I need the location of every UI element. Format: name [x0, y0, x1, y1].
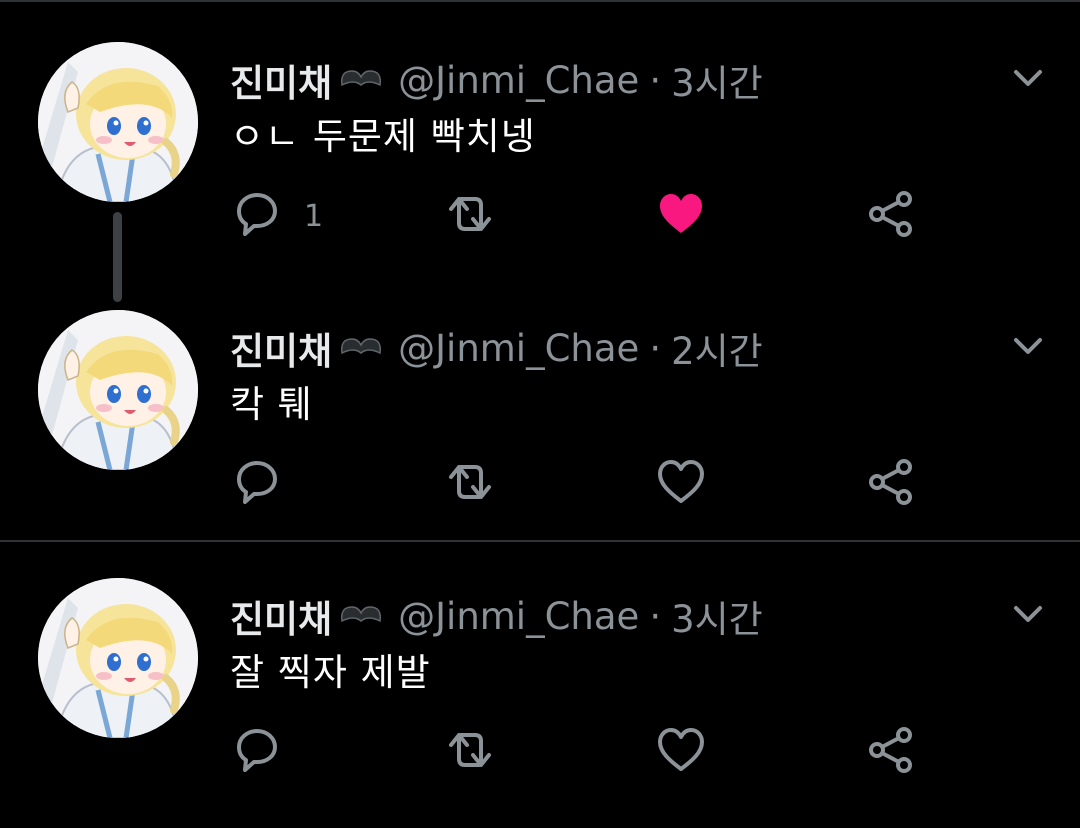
- tweet-actions: [0, 456, 1080, 512]
- separator-dot: ·: [649, 594, 662, 638]
- black-heart-emoji-icon: [338, 333, 384, 363]
- black-heart-emoji-icon: [338, 65, 384, 95]
- separator-dot: ·: [649, 326, 662, 370]
- like-button[interactable]: [656, 456, 706, 512]
- like-icon-filled: [656, 189, 706, 243]
- display-name[interactable]: 진미채: [230, 589, 332, 643]
- share-button[interactable]: [866, 188, 916, 244]
- chevron-down-icon[interactable]: [1008, 326, 1048, 366]
- timestamp[interactable]: 3시간: [671, 53, 763, 107]
- reply-icon: [232, 457, 282, 511]
- black-heart-emoji-icon: [338, 601, 384, 631]
- reply-button[interactable]: [232, 724, 304, 780]
- user-handle[interactable]: @Jinmi_Chae: [398, 327, 639, 370]
- retweet-icon: [441, 189, 499, 243]
- tweet-divider: [0, 540, 1080, 542]
- avatar[interactable]: [38, 42, 198, 202]
- like-button[interactable]: [656, 724, 706, 780]
- tweet-actions: [0, 724, 1080, 780]
- timestamp[interactable]: 2시간: [671, 321, 763, 375]
- reply-count: 1: [304, 198, 324, 234]
- tweet-header: 진미채 @Jinmi_Chae · 2시간: [230, 318, 763, 378]
- tweet-header: 진미채 @Jinmi_Chae · 3시간: [230, 586, 763, 646]
- tweet-text: 잘 찍자 제발: [230, 651, 431, 694]
- share-button[interactable]: [866, 456, 916, 512]
- user-handle[interactable]: @Jinmi_Chae: [398, 595, 639, 638]
- reply-button[interactable]: [232, 456, 304, 512]
- share-icon: [866, 457, 916, 511]
- tweet-3[interactable]: 진미채 @Jinmi_Chae · 3시간 잘 찍자 제발: [0, 578, 1080, 828]
- tweet-actions: 1: [0, 188, 1080, 244]
- display-name[interactable]: 진미채: [230, 321, 332, 375]
- share-button[interactable]: [866, 724, 916, 780]
- separator-dot: ·: [649, 58, 662, 102]
- retweet-button[interactable]: [441, 188, 499, 244]
- user-handle[interactable]: @Jinmi_Chae: [398, 59, 639, 102]
- tweet-header: 진미채 @Jinmi_Chae · 3시간: [230, 50, 763, 110]
- display-name[interactable]: 진미채: [230, 53, 332, 107]
- reply-icon: [232, 189, 282, 243]
- retweet-button[interactable]: [441, 724, 499, 780]
- retweet-icon: [441, 457, 499, 511]
- like-button[interactable]: [656, 188, 706, 244]
- chevron-down-icon[interactable]: [1008, 58, 1048, 98]
- chevron-down-icon[interactable]: [1008, 594, 1048, 634]
- avatar[interactable]: [38, 578, 198, 738]
- like-icon: [656, 457, 706, 511]
- retweet-icon: [441, 725, 499, 779]
- retweet-button[interactable]: [441, 456, 499, 512]
- tweet-2[interactable]: 진미채 @Jinmi_Chae · 2시간 칵 퉤: [0, 310, 1080, 560]
- reply-icon: [232, 725, 282, 779]
- timestamp[interactable]: 3시간: [671, 589, 763, 643]
- top-divider: [0, 0, 1080, 2]
- avatar[interactable]: [38, 310, 198, 470]
- reply-button[interactable]: 1: [232, 188, 323, 244]
- share-icon: [866, 725, 916, 779]
- tweet-text: ㅇㄴ 두문제 빡치넹: [230, 115, 536, 158]
- tweet-text: 칵 퉤: [230, 383, 313, 426]
- like-icon: [656, 725, 706, 779]
- tweet-1[interactable]: 진미채 @Jinmi_Chae · 3시간 ㅇㄴ 두문제 빡치넹 1: [0, 42, 1080, 292]
- share-icon: [866, 189, 916, 243]
